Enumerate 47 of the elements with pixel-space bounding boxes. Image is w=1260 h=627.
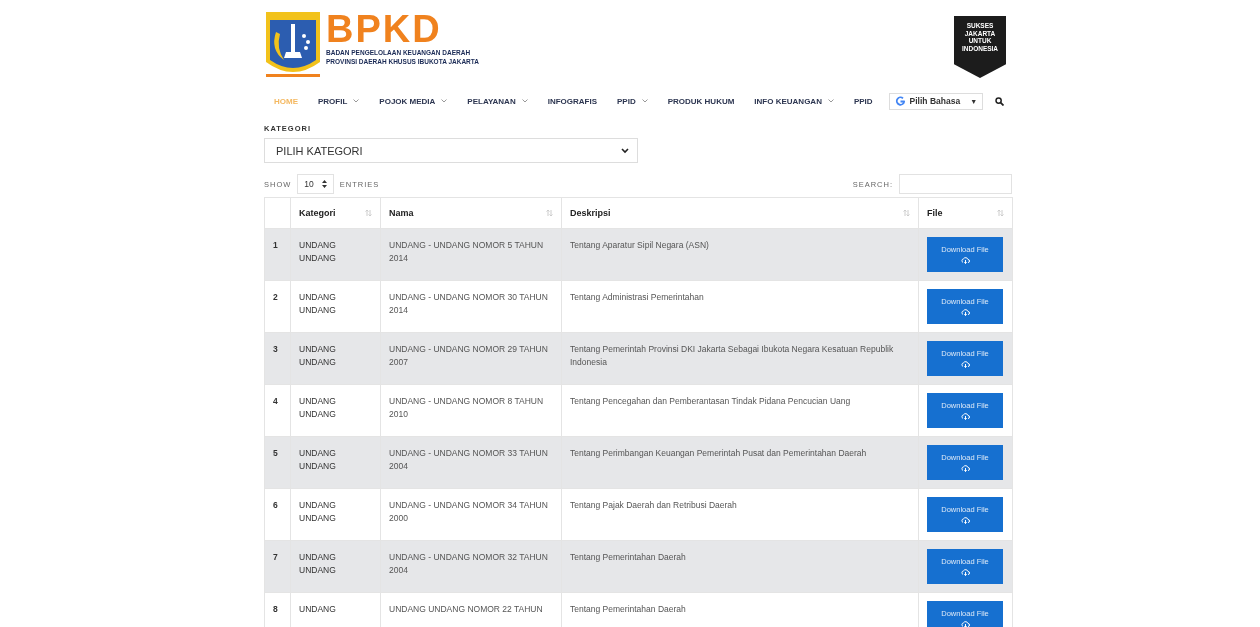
table-cell: Tentang Pajak Daerah dan Retribusi Daerah — [570, 500, 737, 510]
table-cell: UNDANG UNDANG — [299, 500, 336, 523]
table-cell: UNDANG UNDANG — [299, 240, 336, 263]
table-cell: UNDANG UNDANG — [299, 396, 336, 419]
table-cell: UNDANG - UNDANG NOMOR 30 TAHUN 2014 — [389, 292, 548, 315]
logo-title: BPKD — [326, 10, 443, 48]
table-cell: Tentang Pencegahan dan Pemberantasan Tindak Pidana Pencucian Uang — [570, 396, 851, 406]
table-cell: UNDANG — [299, 604, 336, 614]
table-cell: UNDANG UNDANG — [299, 292, 336, 315]
table-cell: UNDANG - UNDANG NOMOR 8 TAHUN 2010 — [389, 396, 544, 419]
entries-select[interactable]: 10 — [297, 174, 334, 194]
row-number: 1 — [273, 240, 278, 250]
nav-item[interactable]: PROFIL — [318, 96, 360, 106]
table-cell: UNDANG UNDANG — [299, 448, 336, 471]
table-cell: Tentang Administrasi Pemerintahan — [570, 292, 704, 302]
table-cell: Tentang Perimbangan Keuangan Pemerintah Pusat dan Pemerintahan Daerah — [570, 448, 867, 458]
column-header[interactable]: File — [927, 208, 943, 218]
table-cell: UNDANG - UNDANG NOMOR 29 TAHUN 2007 — [389, 344, 548, 367]
column-header[interactable]: Nama — [389, 208, 414, 218]
row-number: 8 — [273, 604, 278, 614]
column-header[interactable]: Kategori — [299, 208, 336, 218]
table-cell: Tentang Pemerintahan Daerah — [570, 552, 686, 562]
nav-item[interactable]: PPID — [617, 96, 648, 106]
table-cell: Tentang Pemerintahan Daerah — [570, 604, 686, 614]
table-cell: Tentang Aparatur Sipil Negara (ASN) — [570, 240, 709, 250]
row-number: 4 — [273, 396, 278, 406]
nav-item[interactable]: INFO KEUANGAN — [754, 96, 834, 106]
row-number: 2 — [273, 292, 278, 302]
column-header[interactable]: Deskripsi — [570, 208, 611, 218]
table-cell: UNDANG - UNDANG NOMOR 5 TAHUN 2014 — [389, 240, 544, 263]
nav-item[interactable]: INFOGRAFIS — [547, 96, 597, 106]
nav-item[interactable]: PELAYANAN — [467, 96, 528, 106]
table-cell: UNDANG - UNDANG NOMOR 32 TAHUN 2004 — [389, 552, 548, 575]
table-cell: UNDANG UNDANG — [299, 552, 336, 575]
table-cell: UNDANG UNDANG NOMOR 22 TAHUN — [389, 604, 543, 614]
row-number: 3 — [273, 344, 278, 354]
table-cell: UNDANG - UNDANG NOMOR 33 TAHUN 2004 — [389, 448, 548, 471]
nav-item[interactable]: PPID — [853, 96, 873, 106]
table-cell: Tentang Pemerintah Provinsi DKI Jakarta Sebagai Ibukota Negara Kesatuan Republik Indonesia — [570, 344, 894, 367]
row-number: 7 — [273, 552, 278, 562]
nav-item[interactable]: POJOK MEDIA — [379, 96, 448, 106]
row-number: 6 — [273, 500, 278, 510]
table-cell: UNDANG - UNDANG NOMOR 34 TAHUN 2000 — [389, 500, 548, 523]
row-number: 5 — [273, 448, 278, 458]
category-select[interactable]: PILIH KATEGORI — [264, 138, 638, 163]
table-cell: UNDANG UNDANG — [299, 344, 336, 367]
nav-item[interactable]: PRODUK HUKUM — [667, 96, 735, 106]
